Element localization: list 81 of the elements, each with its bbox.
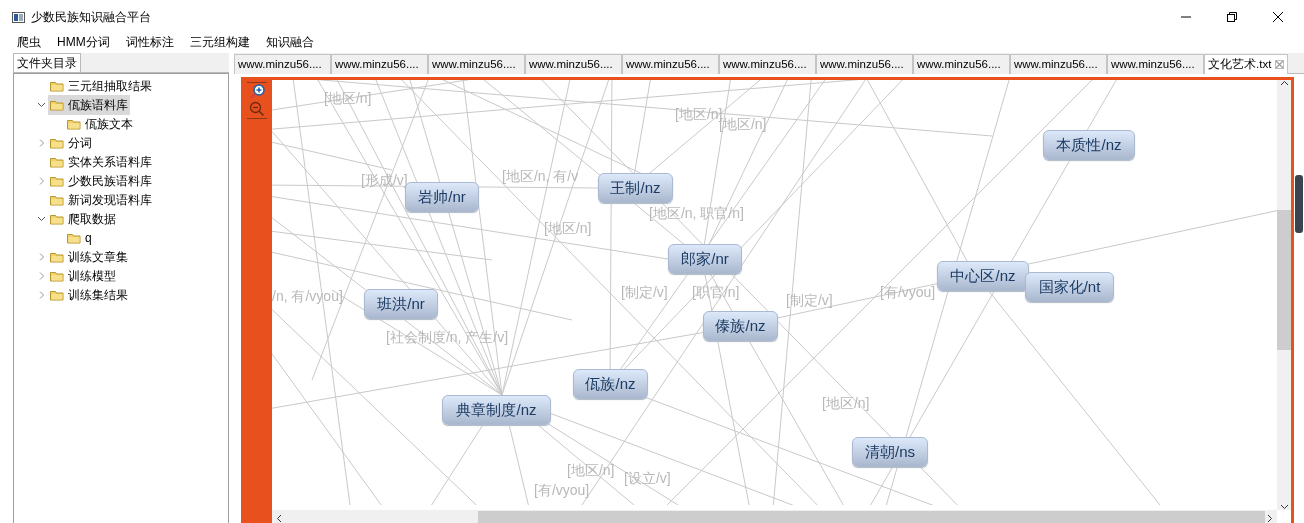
graph-node[interactable]: 王制/nz: [598, 173, 673, 203]
menu-item[interactable]: 知识融合: [265, 33, 314, 51]
scroll-up-icon[interactable]: [1279, 80, 1289, 86]
document-tab[interactable]: www.minzu56....: [234, 54, 331, 74]
edge-label: /n, 有/vyou]: [272, 288, 343, 304]
edge-label: [有/vyou]: [880, 284, 936, 300]
graph-node[interactable]: 傣族/nz: [703, 311, 778, 341]
edge-label: [社会制度/n, 产生/v]: [386, 329, 509, 345]
folder-icon: [50, 288, 64, 301]
menu-item[interactable]: 词性标注: [125, 33, 174, 51]
edge-label: [地区/n, 职官/n]: [649, 205, 744, 221]
graph-node[interactable]: 岩帅/nr: [405, 182, 479, 212]
edge-label: [地区/n, 有/v: [502, 168, 579, 184]
edge-label: [职官/n]: [692, 284, 740, 300]
document-tab[interactable]: www.minzu56....: [1010, 54, 1107, 74]
graph-node[interactable]: 中心区/nz: [937, 261, 1029, 291]
document-tab[interactable]: www.minzu56....: [331, 54, 428, 74]
chevron-down-icon[interactable]: [36, 215, 46, 222]
folder-icon: [50, 193, 64, 206]
graph-node[interactable]: 班洪/nr: [364, 289, 438, 319]
horizontal-scrollbar[interactable]: [272, 510, 1277, 523]
zoom-in-icon[interactable]: [248, 84, 265, 100]
tree-item[interactable]: 分词: [48, 132, 94, 153]
restore-icon[interactable]: [1227, 12, 1237, 22]
tree-item[interactable]: 训练文章集: [48, 246, 130, 267]
graph-node[interactable]: 郎家/nr: [668, 244, 742, 274]
menu-item[interactable]: 爬虫: [17, 33, 41, 51]
folder-icon: [50, 79, 64, 92]
scroll-right-icon[interactable]: [1267, 513, 1273, 523]
sidebar-tab[interactable]: 文件夹目录: [13, 53, 81, 72]
tree-item[interactable]: q: [65, 227, 94, 248]
edge-label: [有/vyou]: [534, 482, 590, 498]
tree-item[interactable]: 训练集结果: [48, 284, 130, 305]
document-tab[interactable]: www.minzu56....: [719, 54, 816, 74]
graph-node[interactable]: 典章制度/nz: [442, 395, 551, 425]
scroll-left-icon[interactable]: [276, 513, 282, 523]
tree-item[interactable]: 佤族语料库: [48, 94, 130, 115]
document-tab[interactable]: www.minzu56....: [525, 54, 622, 74]
graph-node[interactable]: 国家化/nt: [1025, 272, 1114, 302]
graph-node[interactable]: 佤族/nz: [573, 369, 648, 399]
folder-icon: [50, 98, 64, 111]
tree-item[interactable]: 训练模型: [48, 265, 118, 286]
document-tab[interactable]: www.minzu56....: [913, 54, 1010, 74]
folder-icon: [50, 174, 64, 187]
document-tab[interactable]: www.minzu56....: [622, 54, 719, 74]
folder-icon: [50, 250, 64, 263]
folder-icon: [67, 231, 81, 244]
graph-node[interactable]: 清朝/ns: [852, 437, 928, 467]
edge-label: [设立/v]: [624, 470, 671, 486]
folder-icon: [50, 155, 64, 168]
menu-item[interactable]: 三元组构建: [189, 33, 250, 51]
document-tab[interactable]: 文化艺术.txt: [1204, 54, 1289, 74]
tree-item[interactable]: 爬取数据: [48, 208, 118, 229]
tree-item[interactable]: 佤族文本: [65, 113, 135, 134]
folder-icon: [50, 212, 64, 225]
document-tab[interactable]: www.minzu56....: [1107, 54, 1204, 74]
folder-icon: [50, 269, 64, 282]
edge-label: [地区/n]: [544, 220, 592, 236]
menu-item[interactable]: HMM分词: [57, 33, 110, 51]
zoom-out-icon[interactable]: [248, 101, 265, 117]
tree-item[interactable]: 新词发现语料库: [48, 189, 154, 210]
edge-label: [制定/v]: [621, 284, 668, 300]
edge-label: [制定/v]: [786, 292, 833, 308]
tree-item[interactable]: 少数民族语料库: [48, 170, 154, 191]
edge-label: [地区/n]: [822, 395, 870, 411]
edge-label: [地区/n]: [324, 90, 372, 106]
document-tab[interactable]: www.minzu56....: [816, 54, 913, 74]
close-icon[interactable]: [1273, 12, 1283, 22]
vertical-scrollbar[interactable]: [1277, 80, 1291, 510]
tree-item[interactable]: 三元组抽取结果: [48, 75, 154, 96]
chevron-down-icon[interactable]: [36, 101, 46, 108]
side-handle[interactable]: [1295, 175, 1303, 233]
document-tab[interactable]: www.minzu56....: [428, 54, 525, 74]
folder-icon: [67, 117, 81, 130]
window-title: 少数民族知识融合平台: [31, 9, 151, 26]
app-icon: [12, 11, 25, 23]
edge-label: [地区/n]: [567, 462, 615, 478]
scroll-down-icon[interactable]: [1279, 504, 1289, 510]
graph-node[interactable]: 本质性/nz: [1043, 130, 1135, 160]
tree-item[interactable]: 实体关系语料库: [48, 151, 154, 172]
folder-icon: [50, 136, 64, 149]
